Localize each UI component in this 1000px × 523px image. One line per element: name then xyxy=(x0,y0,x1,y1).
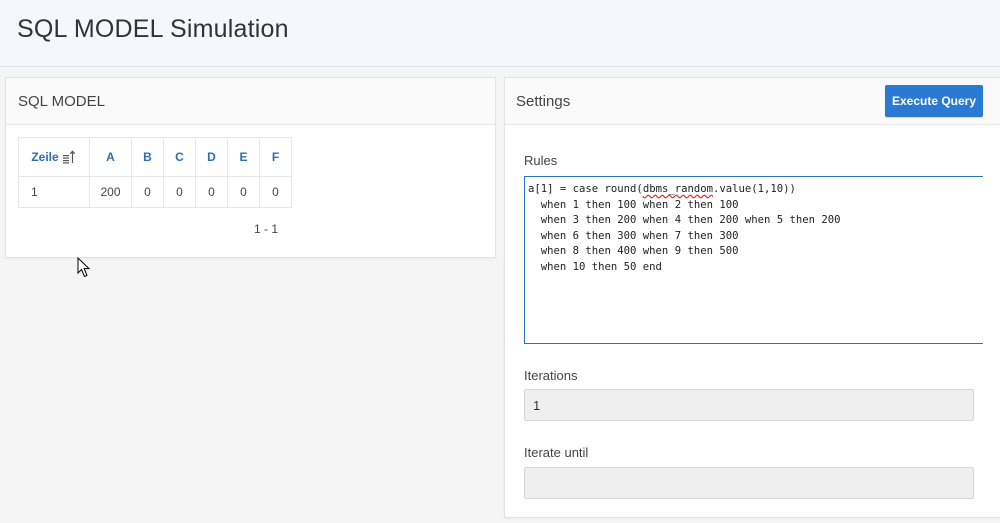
region-title: Settings xyxy=(516,93,571,110)
table-cell: 200 xyxy=(89,176,132,208)
code-line: when 3 then 200 when 4 then 200 when 5 t… xyxy=(528,214,841,227)
column-header-d[interactable]: D xyxy=(195,137,228,177)
app-header: SQL MODEL Simulation xyxy=(0,0,1000,67)
column-header-f[interactable]: F xyxy=(259,137,292,177)
iterations-input[interactable]: 1 xyxy=(524,389,974,421)
pagination-info: 1 - 1 xyxy=(254,222,279,236)
region-title: SQL MODEL xyxy=(18,93,105,110)
iterations-label: Iterations xyxy=(524,368,578,383)
code-line: when 1 then 100 when 2 then 100 xyxy=(528,198,739,211)
table-cell: 0 xyxy=(131,176,164,208)
table-cell: 1 xyxy=(18,176,90,208)
column-header-c[interactable]: C xyxy=(163,137,196,177)
table-cell: 0 xyxy=(195,176,228,208)
column-header-a[interactable]: A xyxy=(89,137,132,177)
rules-textarea[interactable]: a[1] = case round(dbms_random.value(1,10… xyxy=(524,176,983,344)
iterate-until-label: Iterate until xyxy=(524,445,589,460)
column-header-e[interactable]: E xyxy=(227,137,260,177)
mouse-pointer-icon xyxy=(77,257,91,278)
misspelled-word: dbms_random xyxy=(642,183,713,195)
column-header-b[interactable]: B xyxy=(131,137,164,177)
table-row: 1 200 0 0 0 0 0 xyxy=(18,176,292,208)
settings-region: Settings Execute Query Rules a[1] = case… xyxy=(504,77,1000,518)
table-cell: 0 xyxy=(227,176,260,208)
table-cell: 0 xyxy=(259,176,292,208)
rules-text: a[1] = case round(dbms_random.value(1,10… xyxy=(525,177,983,276)
iterate-until-input[interactable] xyxy=(524,467,974,499)
page-title: SQL MODEL Simulation xyxy=(17,15,289,43)
region-header: SQL MODEL xyxy=(6,78,495,125)
code-line: a[1] = case round( xyxy=(528,183,643,195)
sort-ascending-icon xyxy=(62,150,75,164)
execute-query-button[interactable]: Execute Query xyxy=(885,85,983,117)
region-header: Settings Execute Query xyxy=(505,78,1000,125)
column-header-label: Zeile xyxy=(31,150,59,164)
table-header-row: Zeile A B C D E F xyxy=(18,137,292,177)
code-line: when 10 then 50 end xyxy=(528,260,662,273)
sql-model-region: SQL MODEL Zeile A B C D E F 1 200 0 0 0 … xyxy=(5,77,496,258)
code-line: when 8 then 400 when 9 then 500 xyxy=(528,245,739,258)
column-header-zeile[interactable]: Zeile xyxy=(18,137,90,177)
code-line: .value(1,10)) xyxy=(712,183,796,195)
table-cell: 0 xyxy=(163,176,196,208)
rules-label: Rules xyxy=(524,153,558,168)
code-line: when 6 then 300 when 7 then 300 xyxy=(528,229,739,242)
report-table: Zeile A B C D E F 1 200 0 0 0 0 0 xyxy=(18,137,292,208)
